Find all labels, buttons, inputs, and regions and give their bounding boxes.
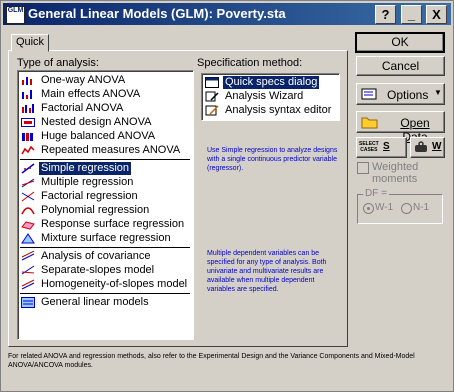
simple-regression-icon (21, 163, 35, 174)
multiple-dependents-description: Multiple dependent variables can be spec… (207, 250, 327, 293)
df-n1-radio[interactable] (401, 203, 412, 214)
footer-note: For related ANOVA and regression methods… (8, 353, 415, 369)
factorial-regression-icon (21, 191, 35, 202)
simple-regression-description: Use Simple regression to analyze designs… (207, 147, 338, 172)
nested-design-icon (21, 117, 35, 128)
help-button[interactable]: ? (375, 5, 396, 24)
minimize-button[interactable]: _ (401, 5, 422, 24)
specification-method-label: Specification method: (197, 57, 303, 69)
list-separator (20, 247, 190, 248)
close-button[interactable]: X (426, 5, 447, 24)
weights-button[interactable]: W (410, 137, 445, 158)
repeated-measures-icon (21, 145, 35, 156)
factorial-anova-icon (21, 103, 35, 114)
weighted-moments-label: Weighted moments (372, 161, 419, 185)
main-effects-icon (21, 89, 35, 100)
mixture-surface-icon (21, 233, 35, 244)
oneway-anova-icon (21, 75, 35, 86)
polynomial-regression-icon (21, 205, 35, 216)
options-button[interactable]: Options ▼ (356, 83, 445, 105)
dialog-icon (205, 77, 219, 88)
homogeneity-slopes-icon (21, 279, 35, 290)
syntax-editor-icon (205, 105, 219, 116)
select-cases-icon: SELECT CASES (359, 141, 379, 153)
ok-button[interactable]: OK (355, 32, 445, 53)
dropdown-arrow-icon: ▼ (434, 88, 442, 97)
options-icon (361, 88, 377, 103)
df-w1-label: W-1 (375, 202, 394, 213)
multiple-regression-icon (21, 177, 35, 188)
df-n1-label: N-1 (413, 202, 430, 213)
select-cases-button[interactable]: SELECT CASES S (356, 137, 407, 158)
cancel-button[interactable]: Cancel (356, 56, 445, 76)
analysis-type-list[interactable]: One-way ANOVA Main effects ANOVA Factori… (17, 70, 194, 340)
glm-app-icon: GLM (6, 6, 25, 24)
huge-balanced-icon (21, 131, 35, 142)
glm-dialog-window: GLM General Linear Models (GLM): Poverty… (0, 0, 454, 392)
list-separator (20, 159, 190, 160)
response-surface-icon (21, 219, 35, 230)
tab-quick[interactable]: Quick (11, 34, 49, 52)
general-linear-icon (21, 297, 35, 308)
window-title: General Linear Models (GLM): Poverty.sta (28, 6, 286, 21)
df-w1-radio[interactable] (363, 203, 374, 214)
specification-method-list[interactable]: Quick specs dialog Analysis Wizard Analy… (201, 73, 340, 121)
folder-icon (361, 115, 379, 132)
list-separator (20, 293, 190, 294)
separate-slopes-icon (21, 265, 35, 276)
type-of-analysis-label: Type of analysis: (17, 57, 99, 69)
weight-icon (414, 141, 428, 156)
weighted-moments-checkbox[interactable] (357, 162, 369, 174)
df-label: DF = (363, 188, 389, 199)
covariance-icon (21, 251, 35, 262)
wizard-icon (205, 91, 219, 102)
title-bar[interactable]: GLM General Linear Models (GLM): Poverty… (3, 3, 451, 25)
open-data-button[interactable]: Open Data (356, 111, 445, 144)
